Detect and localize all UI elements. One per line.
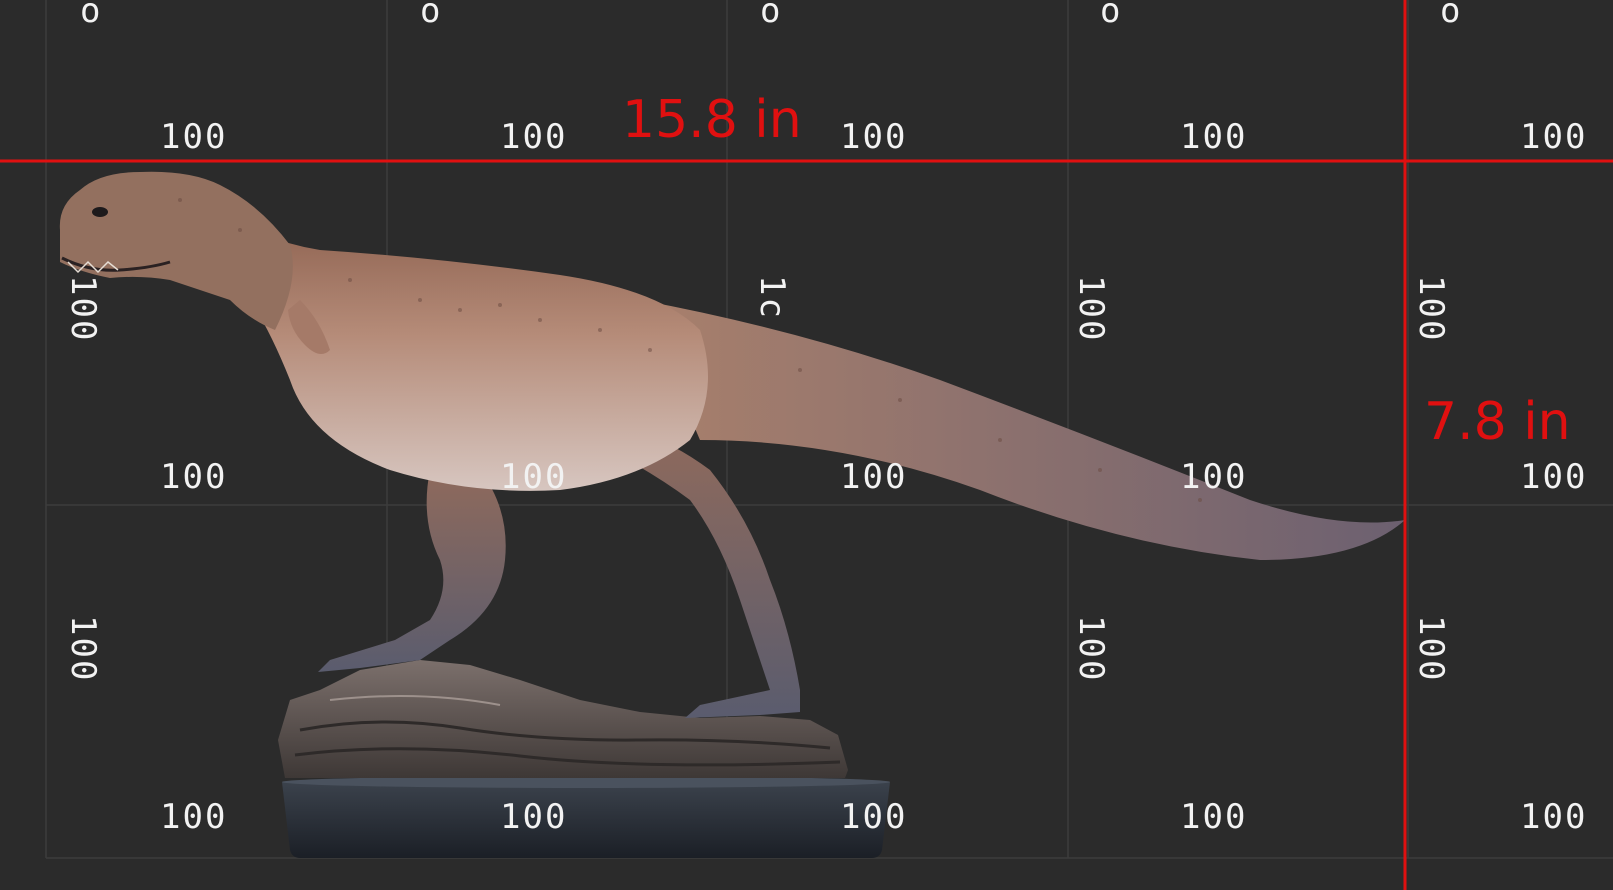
grid-label-rotated: 100 (1071, 615, 1111, 683)
grid-label-cropped: o (760, 0, 783, 31)
grid-label-rotated: 100 (1411, 615, 1451, 683)
grid-label-rotated: 100 (1071, 275, 1111, 343)
grid-label-cropped: o (80, 0, 103, 31)
grid-label: 100 (160, 117, 228, 157)
grid-label: 100 (1520, 117, 1588, 157)
grid-label-cropped: o (1100, 0, 1123, 31)
grid-label: 100 (160, 797, 228, 837)
rock-pedestal (278, 660, 848, 778)
grid-label-rotated: 100 (63, 615, 103, 683)
width-measurement-label: 15.8 in (622, 90, 802, 150)
grid-label: 100 (1180, 797, 1248, 837)
grid-label: 100 (160, 457, 228, 497)
grid-label-cropped: o (420, 0, 443, 31)
scene-canvas (0, 0, 1613, 890)
grid-label: 100 (1180, 457, 1248, 497)
grid-label-rotated: 100 (63, 275, 103, 343)
grid-label: 100 (500, 797, 568, 837)
grid-label: 100 (500, 457, 568, 497)
grid-label-rotated: 100 (1411, 275, 1451, 343)
grid-label: 100 (840, 457, 908, 497)
grid-label: 100 (1520, 797, 1588, 837)
viewport: 100 100 100 100 100 100 100 100 100 100 100 100 100 1… (0, 0, 1613, 890)
height-measurement-label: 7.8 in (1424, 392, 1571, 452)
grid-label: 100 (500, 117, 568, 157)
grid-label: 100 (840, 797, 908, 837)
grid-label: 100 (1180, 117, 1248, 157)
dinosaur-sculpture (59, 171, 1405, 718)
grid-label: 100 (1520, 457, 1588, 497)
grid-label-partial: 1c (752, 275, 792, 320)
grid-label-cropped: o (1440, 0, 1463, 31)
display-base (282, 776, 890, 858)
grid-label: 100 (840, 117, 908, 157)
